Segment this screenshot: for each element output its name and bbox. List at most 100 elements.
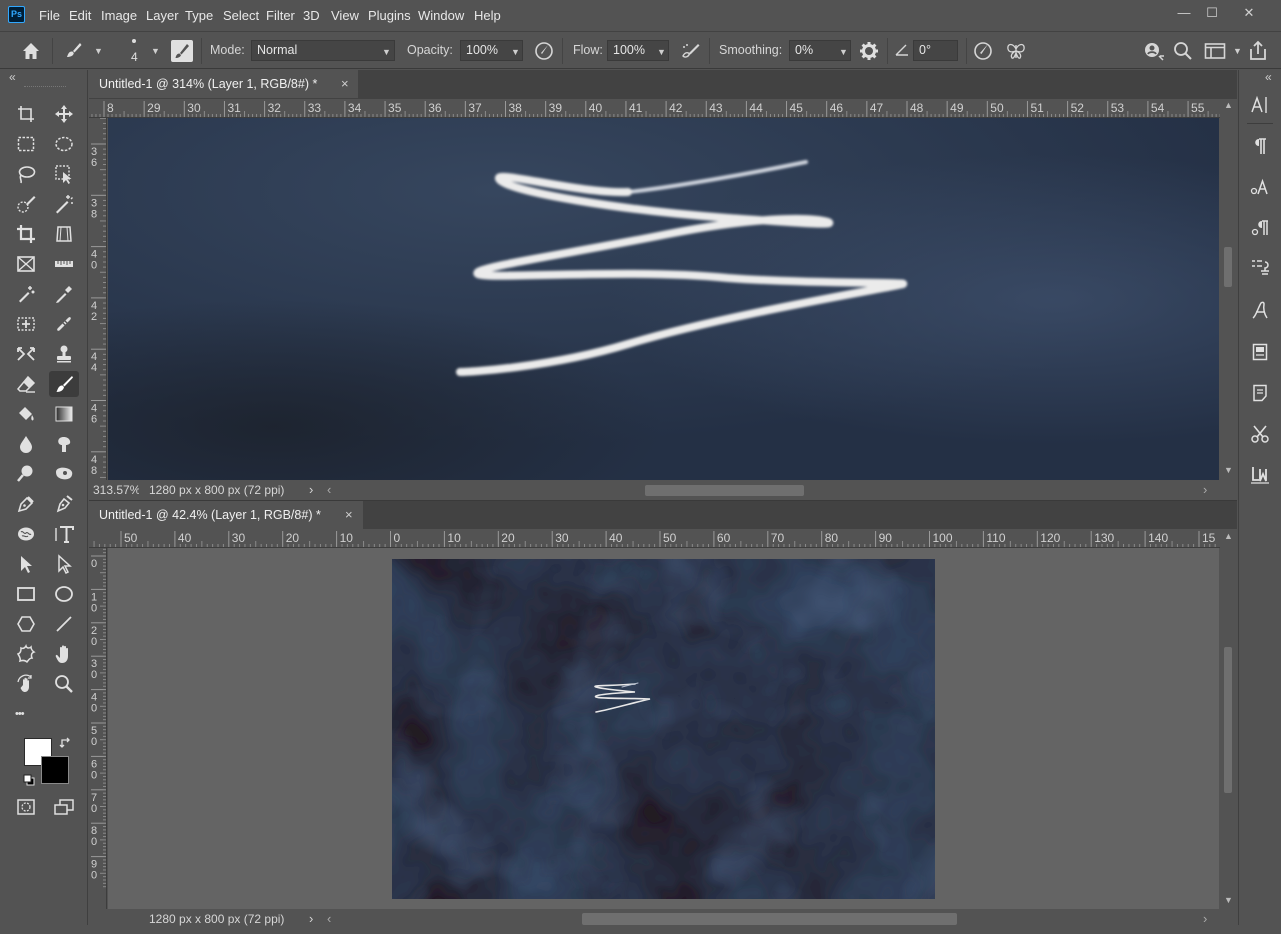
polygon-tool-icon[interactable] bbox=[11, 611, 41, 637]
brush-tool-icon[interactable] bbox=[49, 371, 79, 397]
pressure-opacity-icon[interactable] bbox=[534, 41, 554, 61]
doc1-tab[interactable]: Untitled-1 @ 314% (Layer 1, RGB/8#) * × bbox=[89, 70, 358, 98]
opacity-dropdown-icon[interactable]: ▼ bbox=[511, 47, 520, 57]
eraser-tool-icon[interactable] bbox=[11, 371, 41, 397]
doc1-hscroll-thumb[interactable] bbox=[645, 485, 804, 496]
character-styles-icon[interactable] bbox=[1247, 174, 1273, 200]
doc1-zoom-field[interactable]: 313.57% bbox=[93, 480, 139, 500]
type-tool-icon[interactable] bbox=[49, 521, 79, 547]
workspace-dropdown-icon[interactable]: ▼ bbox=[1233, 46, 1242, 56]
zoom-tool-icon[interactable] bbox=[49, 671, 79, 697]
menu-file[interactable]: File bbox=[39, 8, 60, 23]
ruler-tool-icon[interactable] bbox=[49, 251, 79, 277]
object-selection-icon[interactable] bbox=[49, 161, 79, 187]
quick-selection-icon[interactable] bbox=[11, 191, 41, 217]
doc2-status-arrow-icon[interactable]: › bbox=[309, 909, 313, 929]
doc2-hscroll-thumb[interactable] bbox=[582, 913, 957, 925]
sponge-tool-icon[interactable] bbox=[49, 461, 79, 487]
crossed-arrows-icon[interactable] bbox=[11, 341, 41, 367]
glyphs-list-icon[interactable] bbox=[1247, 254, 1273, 280]
artboard-tool-icon[interactable] bbox=[11, 101, 41, 127]
crop-tool-icon[interactable] bbox=[11, 221, 41, 247]
rotate-view-icon[interactable] bbox=[11, 671, 41, 697]
doc2-vscroll-thumb[interactable] bbox=[1224, 647, 1232, 793]
notes-panel-icon[interactable] bbox=[1247, 339, 1273, 365]
hand-tool-icon[interactable] bbox=[49, 641, 79, 667]
perspective-crop-icon[interactable] bbox=[49, 221, 79, 247]
menu-layer[interactable]: Layer bbox=[146, 8, 179, 23]
smudge-tool-icon[interactable] bbox=[49, 431, 79, 457]
document-panel-icon[interactable] bbox=[1247, 380, 1273, 406]
menu-3d[interactable]: 3D bbox=[303, 8, 320, 23]
collapse-toolbar-icon[interactable]: « bbox=[9, 70, 16, 84]
gear-icon[interactable] bbox=[859, 41, 879, 61]
magic-wand-icon[interactable] bbox=[49, 191, 79, 217]
smoothing-dropdown-icon[interactable]: ▼ bbox=[839, 47, 848, 57]
paint-bucket-icon[interactable] bbox=[11, 401, 41, 427]
brush-preset-icon[interactable] bbox=[64, 41, 84, 61]
flow-dropdown-icon[interactable]: ▼ bbox=[657, 47, 666, 57]
rectangular-marquee-icon[interactable] bbox=[11, 131, 41, 157]
doc2-close-icon[interactable]: × bbox=[345, 501, 353, 529]
blur-tool-icon[interactable] bbox=[11, 431, 41, 457]
spot-healing-icon[interactable] bbox=[11, 281, 41, 307]
menu-filter[interactable]: Filter bbox=[266, 8, 295, 23]
brush-size-dropdown-icon[interactable]: ▼ bbox=[151, 46, 160, 56]
path-selection-icon[interactable] bbox=[11, 551, 41, 577]
doc1-status-arrow-icon[interactable]: › bbox=[309, 480, 313, 500]
content-aware-move-icon[interactable] bbox=[11, 311, 41, 337]
menu-help[interactable]: Help bbox=[474, 8, 501, 23]
doc1-close-icon[interactable]: × bbox=[341, 70, 349, 98]
swap-colors-icon[interactable] bbox=[59, 736, 73, 750]
brain-icon[interactable] bbox=[11, 521, 41, 547]
line-tool-icon[interactable] bbox=[49, 611, 79, 637]
doc1-vscroll-thumb[interactable] bbox=[1224, 247, 1232, 287]
menu-image[interactable]: Image bbox=[101, 8, 137, 23]
character-panel-icon[interactable] bbox=[1247, 92, 1273, 118]
brush-settings-icon[interactable] bbox=[171, 40, 193, 62]
quick-mask-icon[interactable] bbox=[11, 794, 41, 820]
menu-plugins[interactable]: Plugins bbox=[368, 8, 411, 23]
doc2-scroll-right-icon[interactable]: › bbox=[1203, 909, 1207, 929]
frame-tool-icon[interactable] bbox=[11, 251, 41, 277]
background-color-swatch[interactable] bbox=[41, 756, 69, 784]
minimize-button[interactable]: — bbox=[1172, 4, 1196, 22]
custom-shape-icon[interactable] bbox=[11, 641, 41, 667]
rectangle-tool-icon[interactable] bbox=[11, 581, 41, 607]
doc1-scroll-right-icon[interactable]: › bbox=[1203, 480, 1207, 500]
menu-window[interactable]: Window bbox=[418, 8, 464, 23]
airbrush-icon[interactable] bbox=[680, 41, 702, 61]
doc1-vertical-scrollbar[interactable]: ▲ ▼ bbox=[1220, 99, 1237, 481]
dodge-tool-icon[interactable] bbox=[11, 461, 41, 487]
direct-selection-icon[interactable] bbox=[49, 551, 79, 577]
collapse-panels-icon[interactable]: « bbox=[1265, 70, 1272, 84]
eyedropper-icon[interactable] bbox=[49, 281, 79, 307]
doc1-scroll-left-icon[interactable]: ‹ bbox=[327, 480, 331, 500]
default-colors-icon[interactable] bbox=[22, 773, 36, 787]
workspace-icon[interactable] bbox=[1203, 42, 1227, 60]
elliptical-marquee-icon[interactable] bbox=[49, 131, 79, 157]
pressure-size-icon[interactable] bbox=[972, 41, 994, 61]
pen-tool-icon[interactable] bbox=[11, 491, 41, 517]
maximize-button[interactable]: ☐ bbox=[1200, 4, 1224, 22]
doc2-tab[interactable]: Untitled-1 @ 42.4% (Layer 1, RGB/8#) * × bbox=[89, 501, 363, 529]
menu-edit[interactable]: Edit bbox=[69, 8, 91, 23]
tools-scissors-icon[interactable] bbox=[1247, 421, 1273, 447]
home-icon[interactable] bbox=[20, 41, 42, 61]
screen-mode-icon[interactable] bbox=[49, 794, 79, 820]
gradient-tool-icon[interactable] bbox=[49, 401, 79, 427]
close-button[interactable]: ✕ bbox=[1237, 4, 1261, 22]
menu-select[interactable]: Select bbox=[223, 8, 259, 23]
symmetry-butterfly-icon[interactable] bbox=[1005, 41, 1027, 61]
search-account-icon[interactable] bbox=[1142, 41, 1166, 61]
paragraph-panel-icon[interactable] bbox=[1247, 133, 1273, 159]
glyphs-panel-icon[interactable] bbox=[1247, 297, 1273, 323]
healing-brush-icon[interactable] bbox=[49, 311, 79, 337]
freeform-pen-icon[interactable] bbox=[49, 491, 79, 517]
menu-type[interactable]: Type bbox=[185, 8, 213, 23]
angle-field[interactable]: 0° bbox=[913, 40, 958, 61]
share-icon[interactable] bbox=[1246, 40, 1270, 62]
paragraph-styles-icon[interactable] bbox=[1247, 215, 1273, 241]
photoshop-logo[interactable]: Ps bbox=[8, 6, 25, 23]
brush-preset-dropdown-icon[interactable]: ▼ bbox=[94, 46, 103, 56]
